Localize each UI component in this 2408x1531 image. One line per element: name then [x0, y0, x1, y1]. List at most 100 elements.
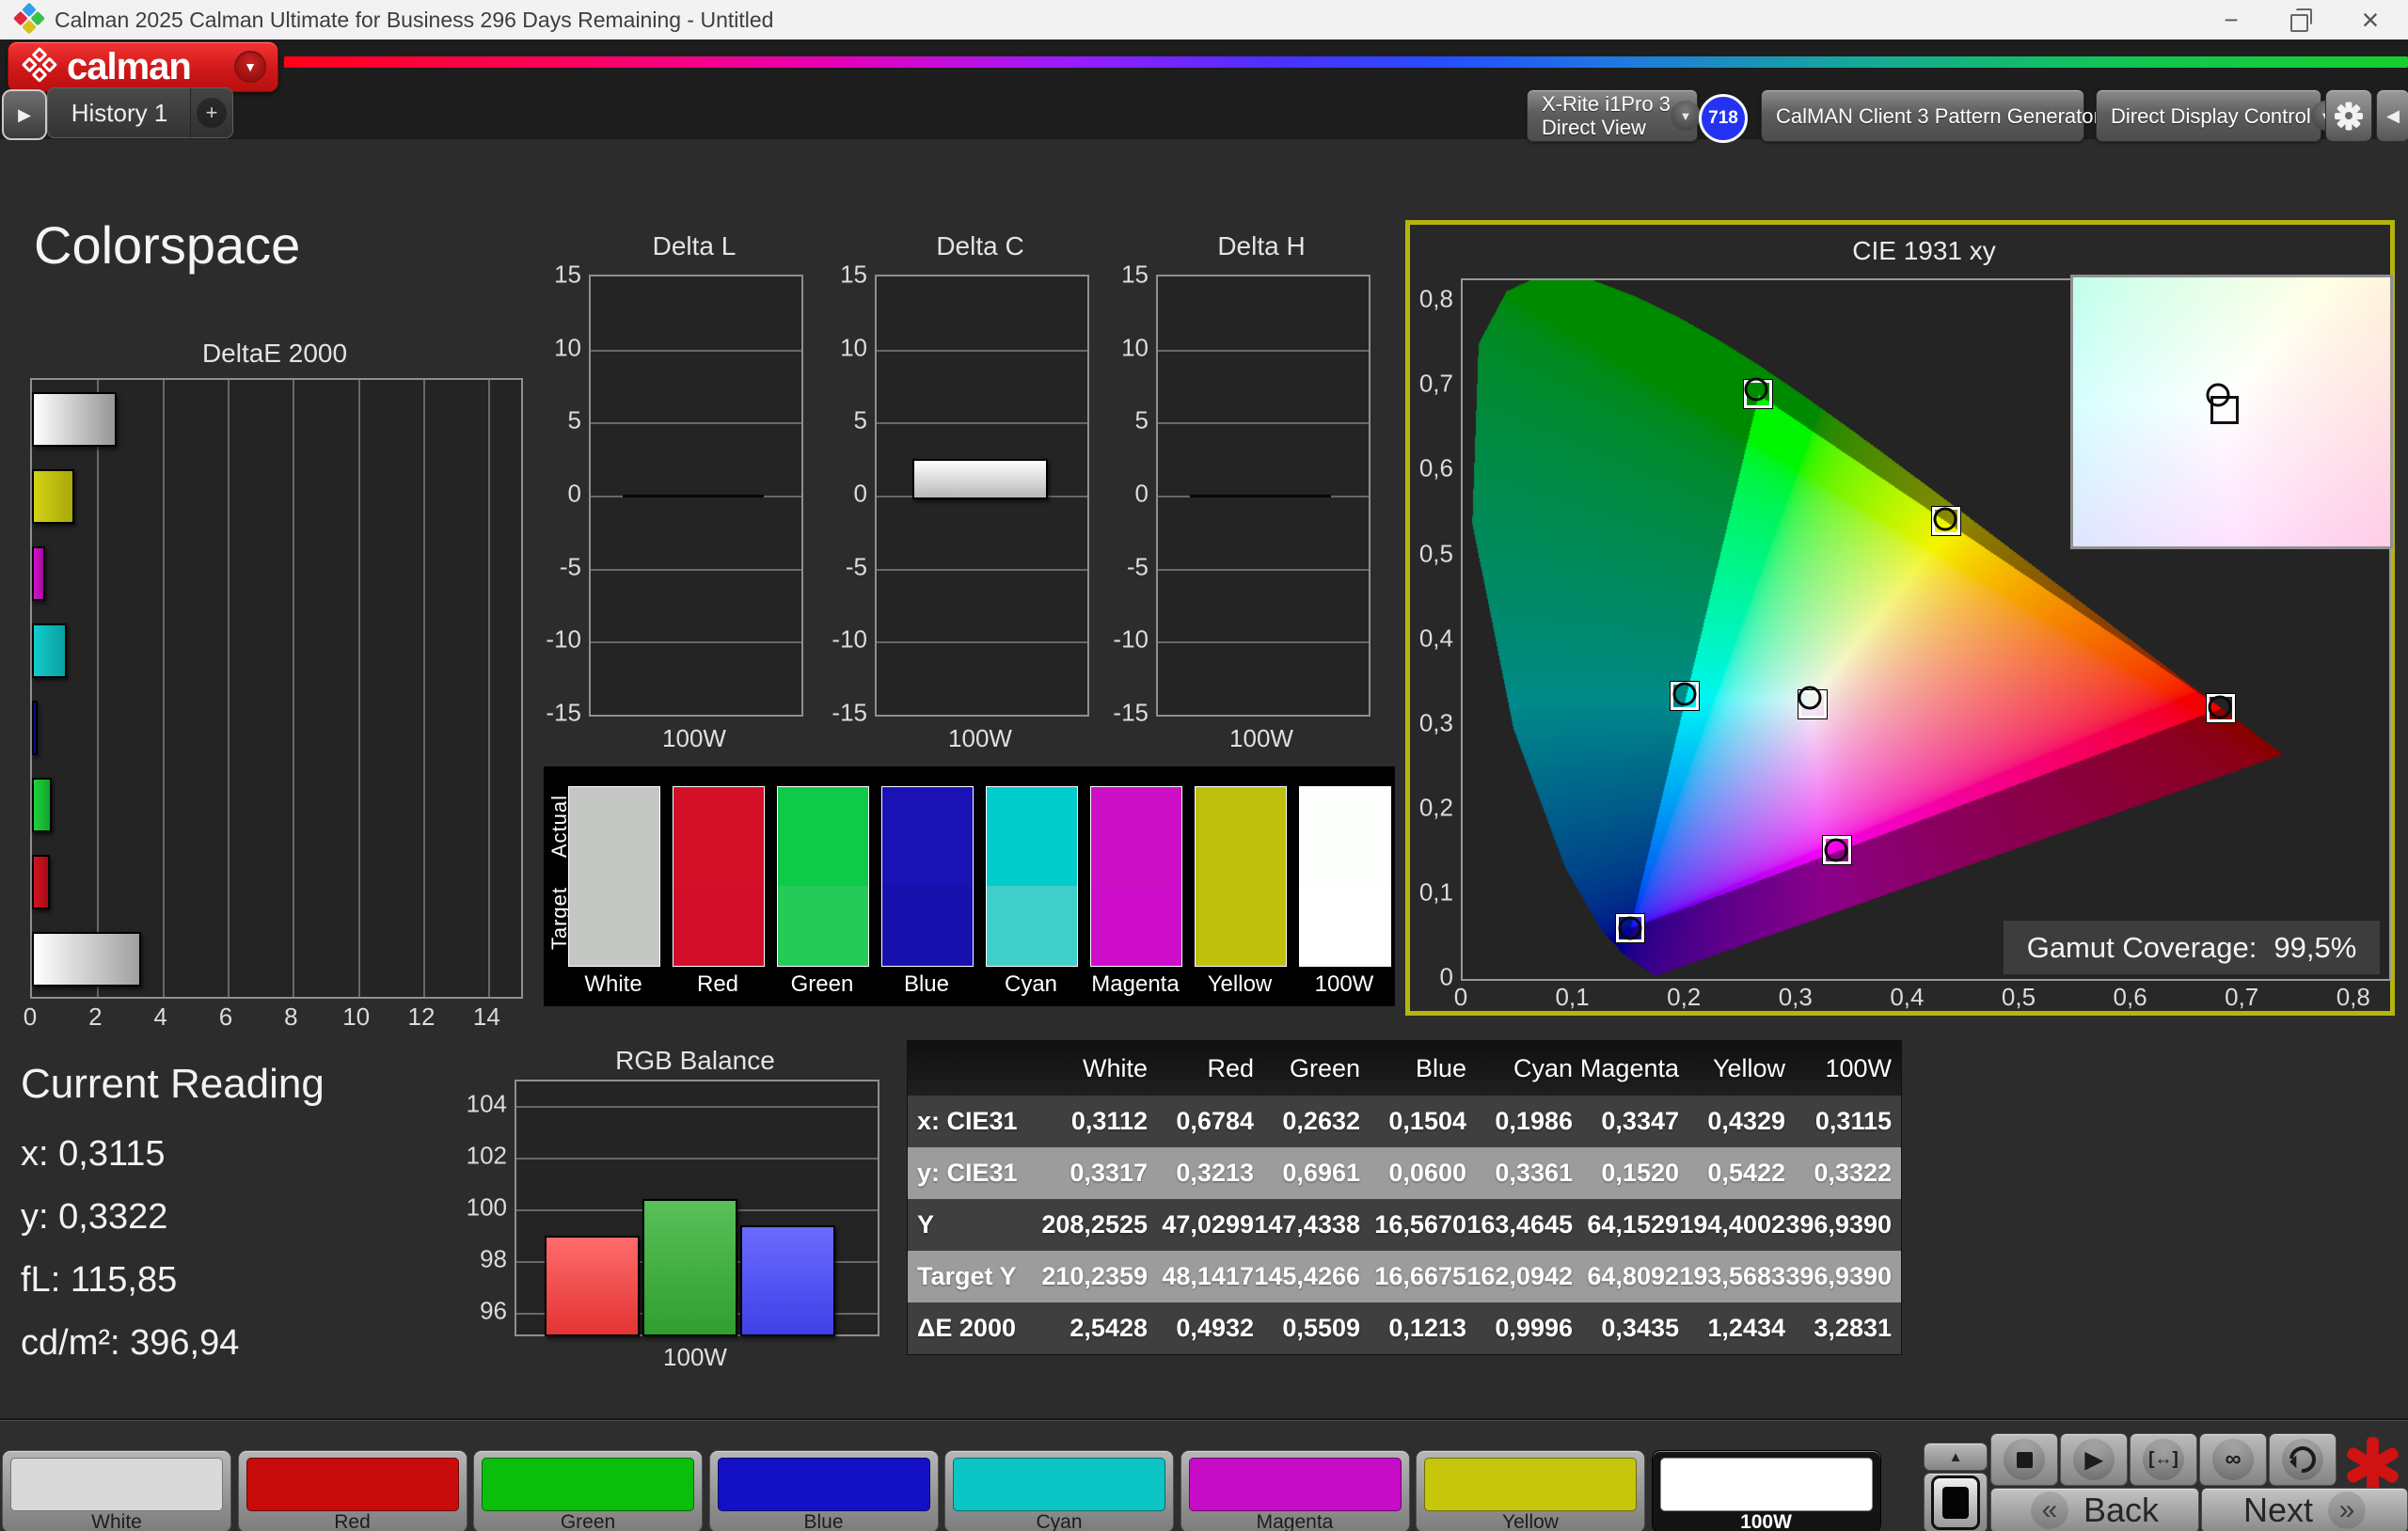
tab-history-1[interactable]: History 1 — [47, 87, 192, 138]
calman-menu-button[interactable]: calman ▼ — [8, 41, 278, 92]
stop-button[interactable] — [1990, 1433, 2058, 1486]
color-button-magenta[interactable]: Magenta — [1180, 1450, 1410, 1531]
table-cell: 396,9390 — [1795, 1199, 1901, 1251]
swatch-target — [1091, 886, 1181, 967]
cie-x-tick-label: 0,2 — [1667, 983, 1701, 1012]
swatch-label: Yellow — [1195, 971, 1285, 998]
deltae-bar-green — [32, 778, 52, 832]
gridline — [97, 380, 99, 997]
swatch-red — [673, 786, 765, 967]
gridline — [1158, 350, 1369, 352]
swatch-actual — [778, 787, 868, 886]
color-button-green[interactable]: Green — [473, 1450, 703, 1531]
table-cell: 0,3347 — [1582, 1096, 1688, 1147]
restore-button[interactable] — [2269, 0, 2329, 39]
color-patch-magenta — [1189, 1458, 1402, 1511]
zero-value-line — [1190, 495, 1331, 497]
axis-tick-label: 10 — [840, 333, 867, 362]
axis-tick-label: 10 — [1121, 333, 1149, 362]
table-cell: 0,2632 — [1263, 1096, 1370, 1147]
cie-x-tick-label: 0,3 — [1779, 983, 1813, 1012]
table-row: Y208,252547,0299147,433816,5670163,46456… — [908, 1199, 1901, 1251]
deltae-bar-100w — [32, 932, 141, 986]
app-logo-icon — [12, 3, 47, 38]
table-cell: 0,1504 — [1370, 1096, 1476, 1147]
swatch-target — [673, 886, 764, 967]
measurement-table: WhiteRedGreenBlueCyanMagentaYellow100Wx:… — [907, 1040, 1902, 1355]
table-cell: 193,5683 — [1688, 1251, 1795, 1302]
play-button[interactable]: ▶ — [2060, 1433, 2128, 1486]
axis-category-label: 100W — [875, 724, 1085, 753]
axis-tick-label: 102 — [467, 1142, 507, 1171]
deltae-bar-magenta — [32, 546, 45, 601]
color-patch-white — [10, 1458, 223, 1511]
loop-button[interactable]: ∞ — [2199, 1433, 2267, 1486]
color-button-label: Blue — [710, 1511, 938, 1531]
table-cell: 194,4002 — [1688, 1199, 1795, 1251]
color-button-cyan[interactable]: Cyan — [944, 1450, 1174, 1531]
tab-scroll-button[interactable]: ▶ — [2, 89, 47, 140]
color-button-white[interactable]: White — [2, 1450, 231, 1531]
table-cell: 0,3213 — [1157, 1147, 1263, 1199]
gridline — [228, 380, 230, 997]
axis-tick-label: 15 — [840, 260, 867, 290]
swatch-actual — [987, 787, 1077, 886]
minimize-button[interactable]: − — [2201, 0, 2261, 39]
add-tab-button[interactable]: + — [190, 87, 233, 138]
display-control-dropdown[interactable]: Direct Display Control ▼ — [2096, 89, 2321, 142]
deltae-bar-white — [32, 392, 117, 447]
meter-count-badge[interactable]: 718 — [1699, 94, 1748, 143]
range-button[interactable]: [↔] — [2130, 1433, 2197, 1486]
color-button-100w[interactable]: 100W — [1652, 1450, 1881, 1531]
table-cell: 396,9390 — [1795, 1251, 1901, 1302]
swatch-label: White — [568, 971, 658, 998]
swatch-actual — [673, 787, 764, 886]
actual-marker-white — [1798, 687, 1822, 710]
color-patch-blue — [718, 1458, 930, 1511]
pattern-up-button[interactable]: ▲ — [1924, 1443, 1988, 1471]
axis-tick-label: 12 — [408, 1002, 436, 1032]
reading-fl: fL: 115,85 — [21, 1260, 325, 1301]
swatch-green — [777, 786, 869, 967]
color-button-blue[interactable]: Blue — [709, 1450, 939, 1531]
color-button-red[interactable]: Red — [238, 1450, 467, 1531]
swatch-actual — [1196, 787, 1286, 886]
table-row: ΔE 20002,54280,49320,55090,12130,99960,3… — [908, 1302, 1901, 1354]
color-patch-cyan — [953, 1458, 1165, 1511]
chevron-right-icon: » — [2328, 1492, 2366, 1529]
collapse-panel-button[interactable]: ◀ — [2376, 89, 2408, 142]
swatch-target — [778, 886, 868, 967]
back-button[interactable]: « Back — [1990, 1488, 2199, 1531]
pattern-generator-dropdown[interactable]: CalMAN Client 3 Pattern Generator ▼ — [1761, 89, 2084, 142]
table-cell: 64,1529 — [1582, 1199, 1688, 1251]
calman-logo-text: calman — [67, 46, 191, 88]
axis-tick-label: -15 — [1113, 699, 1149, 728]
meter-dropdown[interactable]: X-Rite i1Pro 3Direct View ▼ — [1527, 89, 1698, 142]
table-cell: 3,2831 — [1795, 1302, 1901, 1354]
color-button-yellow[interactable]: Yellow — [1416, 1450, 1645, 1531]
table-header-cell: Red — [1157, 1041, 1263, 1096]
chart-title: RGB Balance — [515, 1046, 876, 1076]
cie-y-tick-label: 0 — [1440, 963, 1453, 992]
axis-tick-label: 96 — [480, 1297, 507, 1326]
delta-c-chart: Delta C 100W 151050-5-10-15 — [813, 231, 1095, 758]
row-label: x: CIE31 — [908, 1096, 1051, 1147]
table-row: y: CIE310,33170,32130,69610,06000,33610,… — [908, 1147, 1901, 1199]
swatch-label: Red — [673, 971, 763, 998]
swatch-label: Cyan — [986, 971, 1076, 998]
close-button[interactable]: × — [2340, 0, 2400, 39]
table-cell: 1,2434 — [1688, 1302, 1795, 1354]
cie-x-tick-label: 0,6 — [2114, 983, 2147, 1012]
axis-tick-label: -5 — [560, 552, 581, 581]
cie-y-tick-label: 0,7 — [1419, 370, 1453, 399]
table-cell: 0,4329 — [1688, 1096, 1795, 1147]
cie-x-tick-label: 0,5 — [2002, 983, 2036, 1012]
pattern-window-button[interactable] — [1924, 1473, 1988, 1531]
next-button[interactable]: Next » — [2201, 1488, 2408, 1531]
chevron-left-icon: « — [2031, 1492, 2068, 1529]
stop-icon — [2004, 1439, 2045, 1480]
refresh-button[interactable] — [2269, 1433, 2337, 1486]
table-cell: 0,9996 — [1476, 1302, 1582, 1354]
swatch-actual — [1091, 787, 1181, 886]
settings-button[interactable] — [2325, 89, 2372, 142]
